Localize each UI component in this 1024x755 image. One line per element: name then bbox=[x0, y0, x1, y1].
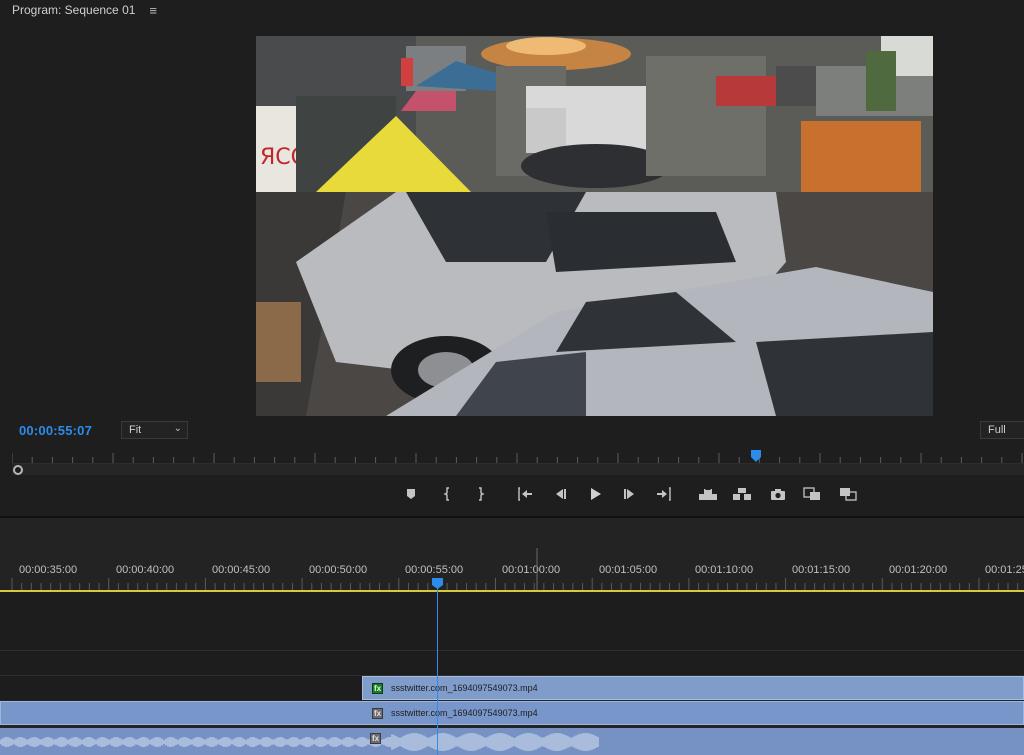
timeline-playhead-icon[interactable] bbox=[432, 578, 443, 589]
transport-controls bbox=[0, 483, 1024, 505]
video-preview[interactable]: ЯСО bbox=[256, 36, 933, 416]
go-to-out-icon[interactable] bbox=[653, 483, 675, 505]
play-icon[interactable] bbox=[584, 483, 606, 505]
fx-badge[interactable]: fx bbox=[372, 707, 383, 719]
proxy-toggle-icon[interactable] bbox=[837, 483, 859, 505]
panel-header: Program: Sequence 01 ≡ bbox=[0, 0, 1024, 20]
track-divider bbox=[0, 650, 1024, 651]
video-clip[interactable]: fx ssstwitter.com_1694097549073.mp4 bbox=[362, 676, 1024, 700]
empty-track-area bbox=[0, 592, 1024, 676]
export-frame-icon[interactable] bbox=[767, 483, 789, 505]
add-marker-icon[interactable] bbox=[400, 483, 422, 505]
monitor-zoom-scrollbar[interactable] bbox=[12, 463, 1024, 475]
video-clip-label: ssstwitter.com_1694097549073.mp4 bbox=[391, 683, 538, 693]
playback-resolution-select[interactable]: Full bbox=[980, 421, 1024, 439]
mark-in-icon[interactable] bbox=[437, 483, 459, 505]
zoom-level-value: Fit bbox=[129, 424, 142, 436]
program-monitor-panel: Program: Sequence 01 ≡ ЯСО 00:00:55:07 F… bbox=[0, 0, 1024, 516]
scrollbar-handle[interactable] bbox=[13, 465, 23, 475]
monitor-playhead-icon[interactable] bbox=[750, 450, 762, 462]
hamburger-menu-icon[interactable]: ≡ bbox=[149, 3, 157, 18]
panel-title[interactable]: Program: Sequence 01 bbox=[12, 3, 135, 17]
comparison-view-icon[interactable] bbox=[801, 483, 823, 505]
lift-icon[interactable] bbox=[697, 483, 719, 505]
zoom-level-select[interactable]: Fit ⌄ bbox=[121, 421, 188, 439]
playback-resolution-value: Full bbox=[988, 424, 1006, 436]
go-to-in-icon[interactable] bbox=[514, 483, 536, 505]
audio-fx-badge[interactable]: fx bbox=[370, 733, 381, 744]
playhead-line[interactable] bbox=[437, 582, 438, 755]
timeline-ruler[interactable]: 00:00:35:00 00:00:40:00 00:00:45:00 00:00:5… bbox=[0, 548, 1024, 590]
linked-clip-label: ssstwitter.com_1694097549073.mp4 bbox=[391, 708, 538, 718]
playhead-timecode[interactable]: 00:00:55:07 bbox=[19, 423, 92, 438]
mark-out-icon[interactable] bbox=[469, 483, 491, 505]
fx-badge[interactable]: fx bbox=[370, 733, 381, 744]
video-top-scene: ЯСО bbox=[256, 36, 933, 192]
chevron-down-icon: ⌄ bbox=[173, 423, 182, 434]
audio-clip[interactable] bbox=[0, 728, 1024, 755]
fx-badge[interactable]: fx bbox=[372, 682, 383, 694]
timeline-panel: 00:00:35:00 00:00:40:00 00:00:45:00 00:00:5… bbox=[0, 516, 1024, 755]
extract-icon[interactable] bbox=[731, 483, 753, 505]
step-back-icon[interactable] bbox=[549, 483, 571, 505]
video-bottom-scene bbox=[256, 192, 933, 416]
linked-clip[interactable]: fx ssstwitter.com_1694097549073.mp4 bbox=[0, 701, 1024, 725]
monitor-time-ruler[interactable] bbox=[12, 452, 1024, 463]
step-forward-icon[interactable] bbox=[619, 483, 641, 505]
